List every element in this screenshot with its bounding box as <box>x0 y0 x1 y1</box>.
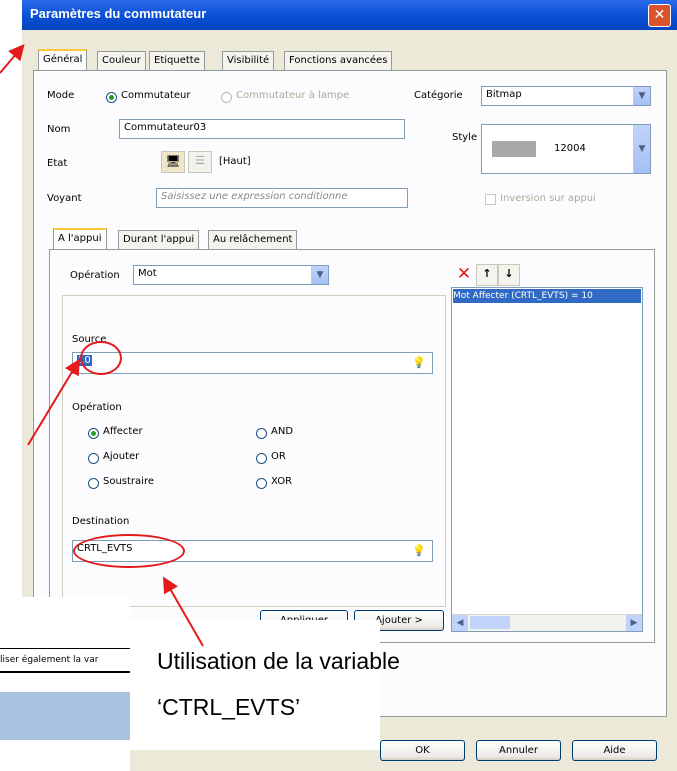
arrow-to-source <box>27 358 81 446</box>
annotation-arrows <box>0 43 204 647</box>
arrow-to-general-tab <box>0 43 25 74</box>
arrow-to-destination <box>163 576 204 647</box>
